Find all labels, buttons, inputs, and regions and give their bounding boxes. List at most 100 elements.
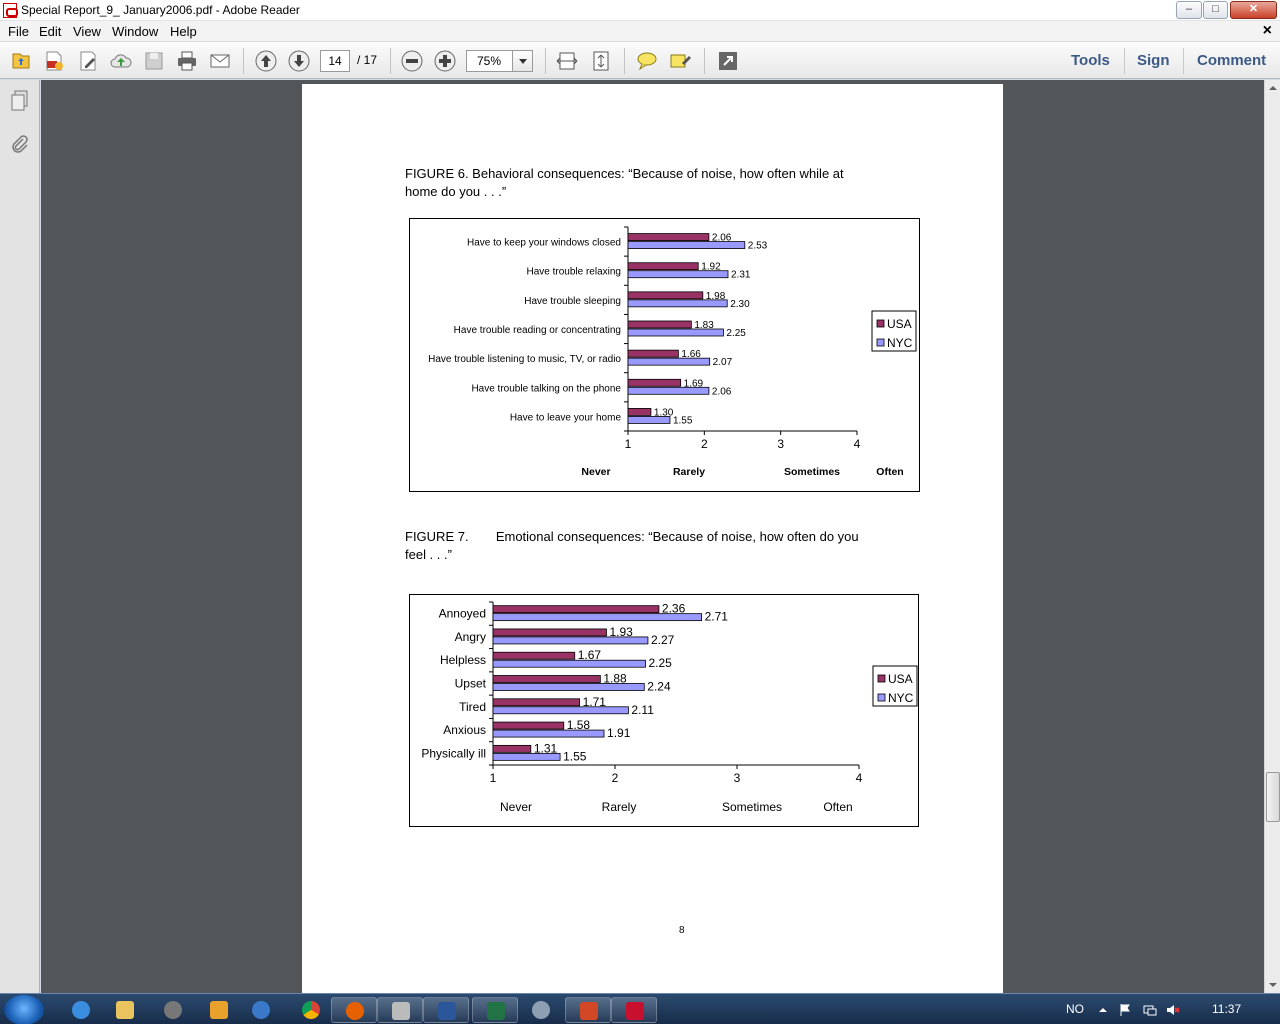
toolbar: 14 / 17 75% Tools Sign Comment [0, 42, 1280, 79]
chrome-icon [302, 1001, 320, 1019]
sign-link[interactable]: Sign [1137, 52, 1170, 69]
vertical-scrollbar[interactable] [1264, 80, 1280, 993]
scale-label: Rarely [673, 466, 705, 478]
bar-usa [627, 233, 710, 241]
menu-window[interactable]: Window [112, 24, 158, 39]
scroll-up-icon[interactable] [1265, 80, 1280, 96]
close-window-button[interactable]: ✕ [1230, 1, 1277, 19]
bar-usa [492, 698, 581, 707]
data-label-nyc: 1.55 [673, 415, 693, 426]
chevron-down-icon[interactable] [512, 51, 532, 71]
category-label: Tired [459, 700, 486, 714]
taskbar-explorer[interactable] [102, 997, 148, 1023]
minimize-button[interactable]: – [1176, 1, 1202, 19]
pdf-page: FIGURE 6. Behavioral consequences: “Beca… [302, 84, 1003, 993]
highlight-icon[interactable] [668, 49, 692, 73]
bar-usa [627, 291, 704, 300]
taskbar-word[interactable] [423, 997, 469, 1023]
taskbar-clock[interactable]: 11:37 [1212, 1002, 1241, 1016]
taskbar-app-8[interactable] [377, 997, 423, 1023]
previous-page-icon[interactable] [254, 49, 278, 73]
bar-nyc [492, 613, 703, 622]
bar-usa [627, 378, 682, 387]
x-tick-label: 1 [490, 771, 497, 785]
legend-label-usa: USA [887, 317, 912, 331]
taskbar-app-11[interactable] [518, 997, 564, 1023]
page-thumbnails-icon[interactable] [9, 90, 31, 112]
page-number-input[interactable]: 14 [320, 50, 350, 72]
bar-usa [627, 320, 692, 329]
menu-edit[interactable]: Edit [39, 24, 61, 39]
figure7-title-line1: Emotional consequences: “Because of nois… [495, 529, 859, 544]
save-icon[interactable] [142, 49, 166, 73]
bar-usa [492, 651, 576, 660]
language-indicator[interactable]: NO [1066, 1002, 1084, 1016]
data-label-nyc: 1.55 [563, 749, 587, 763]
print-icon[interactable] [175, 49, 199, 73]
edit-pdf-icon[interactable] [76, 49, 100, 73]
category-label: Have to keep your windows closed [467, 238, 621, 249]
taskbar-adobe-reader[interactable] [611, 997, 657, 1023]
show-hidden-icons-icon[interactable] [1096, 1003, 1110, 1017]
taskbar-chrome[interactable] [288, 997, 334, 1023]
create-pdf-icon[interactable] [42, 49, 66, 73]
bar-nyc [627, 270, 729, 279]
taskbar-powerpoint[interactable] [565, 997, 611, 1023]
x-tick-label: 2 [701, 437, 708, 451]
bar-nyc [492, 729, 605, 738]
menu-view[interactable]: View [73, 24, 101, 39]
data-label-nyc: 2.11 [631, 703, 654, 717]
zoom-out-icon[interactable] [400, 49, 424, 73]
app-icon [252, 1001, 270, 1019]
taskbar-excel[interactable] [472, 997, 518, 1023]
taskbar-ie[interactable] [58, 997, 104, 1023]
zoom-in-icon[interactable] [433, 49, 457, 73]
taskbar-firefox[interactable] [331, 997, 377, 1023]
x-tick-label: 1 [625, 437, 632, 451]
folder-icon [116, 1001, 134, 1019]
volume-muted-icon[interactable] [1166, 1003, 1180, 1017]
action-center-flag-icon[interactable] [1118, 1003, 1132, 1017]
network-icon[interactable] [1143, 1003, 1157, 1017]
upload-cloud-icon[interactable] [109, 49, 133, 73]
next-page-icon[interactable] [287, 49, 311, 73]
maximize-button[interactable]: □ [1203, 1, 1228, 19]
comment-link[interactable]: Comment [1197, 52, 1266, 69]
zoom-select[interactable]: 75% [466, 50, 533, 72]
start-button[interactable] [4, 995, 44, 1024]
fit-page-icon[interactable] [589, 49, 613, 73]
scroll-thumb[interactable] [1266, 772, 1280, 822]
data-label-nyc: 2.24 [647, 680, 671, 694]
scale-label: Rarely [602, 800, 637, 814]
comment-bubble-icon[interactable] [635, 49, 659, 73]
pdf-app-icon [3, 3, 18, 18]
menu-help[interactable]: Help [170, 24, 197, 39]
taskbar-app-3[interactable] [150, 997, 196, 1023]
data-label-nyc: 2.31 [731, 270, 751, 281]
taskbar-media-player[interactable] [196, 997, 242, 1023]
menu-file[interactable]: File [8, 24, 29, 39]
email-icon[interactable] [208, 49, 232, 73]
bar-nyc [492, 659, 646, 668]
toolbar-separator [704, 48, 705, 74]
attachments-paperclip-icon[interactable] [9, 134, 31, 156]
media-player-icon [210, 1001, 228, 1019]
figure7-title: FIGURE 7. Emotional consequences: “Becau… [405, 528, 885, 564]
scale-label: Often [823, 800, 852, 814]
taskbar-app-5[interactable] [238, 997, 284, 1023]
powerpoint-icon [580, 1002, 598, 1020]
category-label: Have trouble talking on the phone [471, 383, 621, 394]
bar-usa [627, 408, 652, 416]
bar-nyc [627, 357, 711, 366]
close-document-icon[interactable]: × [1263, 22, 1272, 40]
fullscreen-icon[interactable] [716, 49, 740, 73]
zoom-value: 75% [477, 54, 502, 68]
tools-link[interactable]: Tools [1071, 52, 1110, 69]
data-label-nyc: 2.06 [712, 386, 732, 397]
data-label-nyc: 1.91 [607, 726, 631, 740]
open-file-icon[interactable] [9, 49, 33, 73]
bar-nyc [627, 416, 671, 424]
scroll-down-icon[interactable] [1265, 977, 1280, 993]
adobe-reader-icon [626, 1002, 644, 1020]
fit-width-icon[interactable] [555, 49, 579, 73]
